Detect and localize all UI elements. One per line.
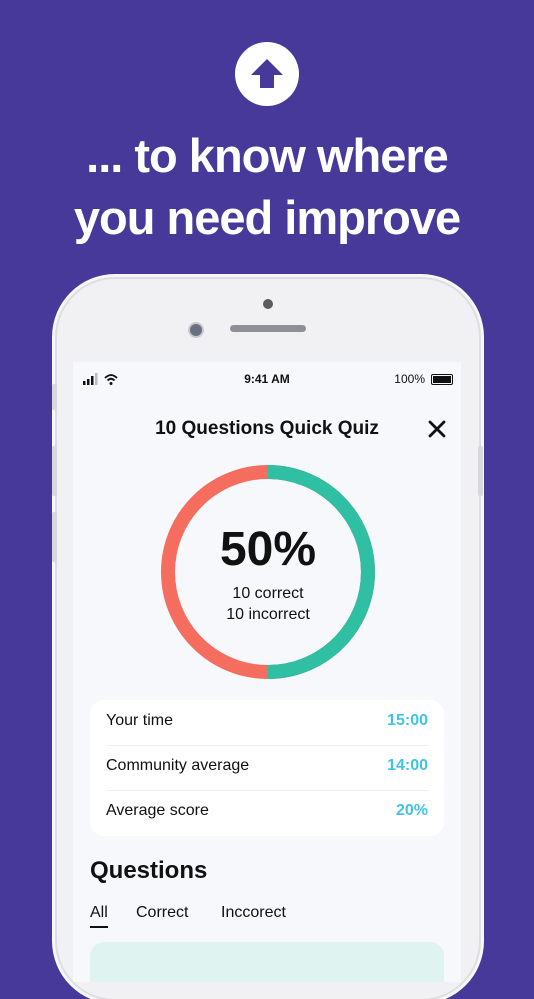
arrow-up-icon [235, 42, 299, 106]
phone-screen: 9:41 AM 100% 10 Questions Quick Quiz 50%… [73, 362, 461, 982]
promo-headline-line-2: you need improve [73, 191, 461, 244]
battery-percent: 100% [394, 372, 425, 386]
incorrect-count: 10 incorrect [226, 606, 310, 623]
stat-label: Your time [106, 712, 173, 729]
front-camera [190, 324, 202, 336]
stats-card: Your time 15:00 Community average 14:00 … [90, 700, 444, 836]
close-icon[interactable] [426, 418, 448, 440]
stat-row-average-score: Average score 20% [106, 790, 428, 835]
quiz-title: 10 Questions Quick Quiz [155, 418, 379, 439]
filter-tab-all[interactable]: All [90, 904, 108, 928]
filter-tab-incorrect[interactable]: Inccorect [221, 904, 286, 922]
stat-label: Average score [106, 802, 209, 819]
correct-count: 10 correct [232, 585, 304, 602]
stat-row-community-average: Community average 14:00 [106, 745, 428, 791]
questions-heading: Questions [90, 857, 208, 884]
stat-label: Community average [106, 757, 250, 774]
score-percent: 50% [219, 523, 317, 576]
proximity-sensor [263, 299, 273, 309]
earpiece-speaker [230, 325, 306, 332]
power-button [478, 446, 483, 496]
mute-switch [52, 384, 57, 410]
volume-up-button [52, 446, 57, 496]
promo-headline-line-1: ... to know where [86, 129, 449, 182]
stat-value: 20% [395, 802, 428, 819]
question-card[interactable] [90, 942, 444, 982]
volume-down-button [52, 512, 57, 562]
battery-icon [431, 374, 453, 385]
stat-row-your-time: Your time 15:00 [106, 700, 428, 746]
status-bar: 9:41 AM 100% [73, 362, 461, 392]
filter-tab-correct[interactable]: Correct [136, 904, 188, 922]
stat-value: 15:00 [387, 712, 428, 729]
stat-value: 14:00 [387, 757, 428, 774]
